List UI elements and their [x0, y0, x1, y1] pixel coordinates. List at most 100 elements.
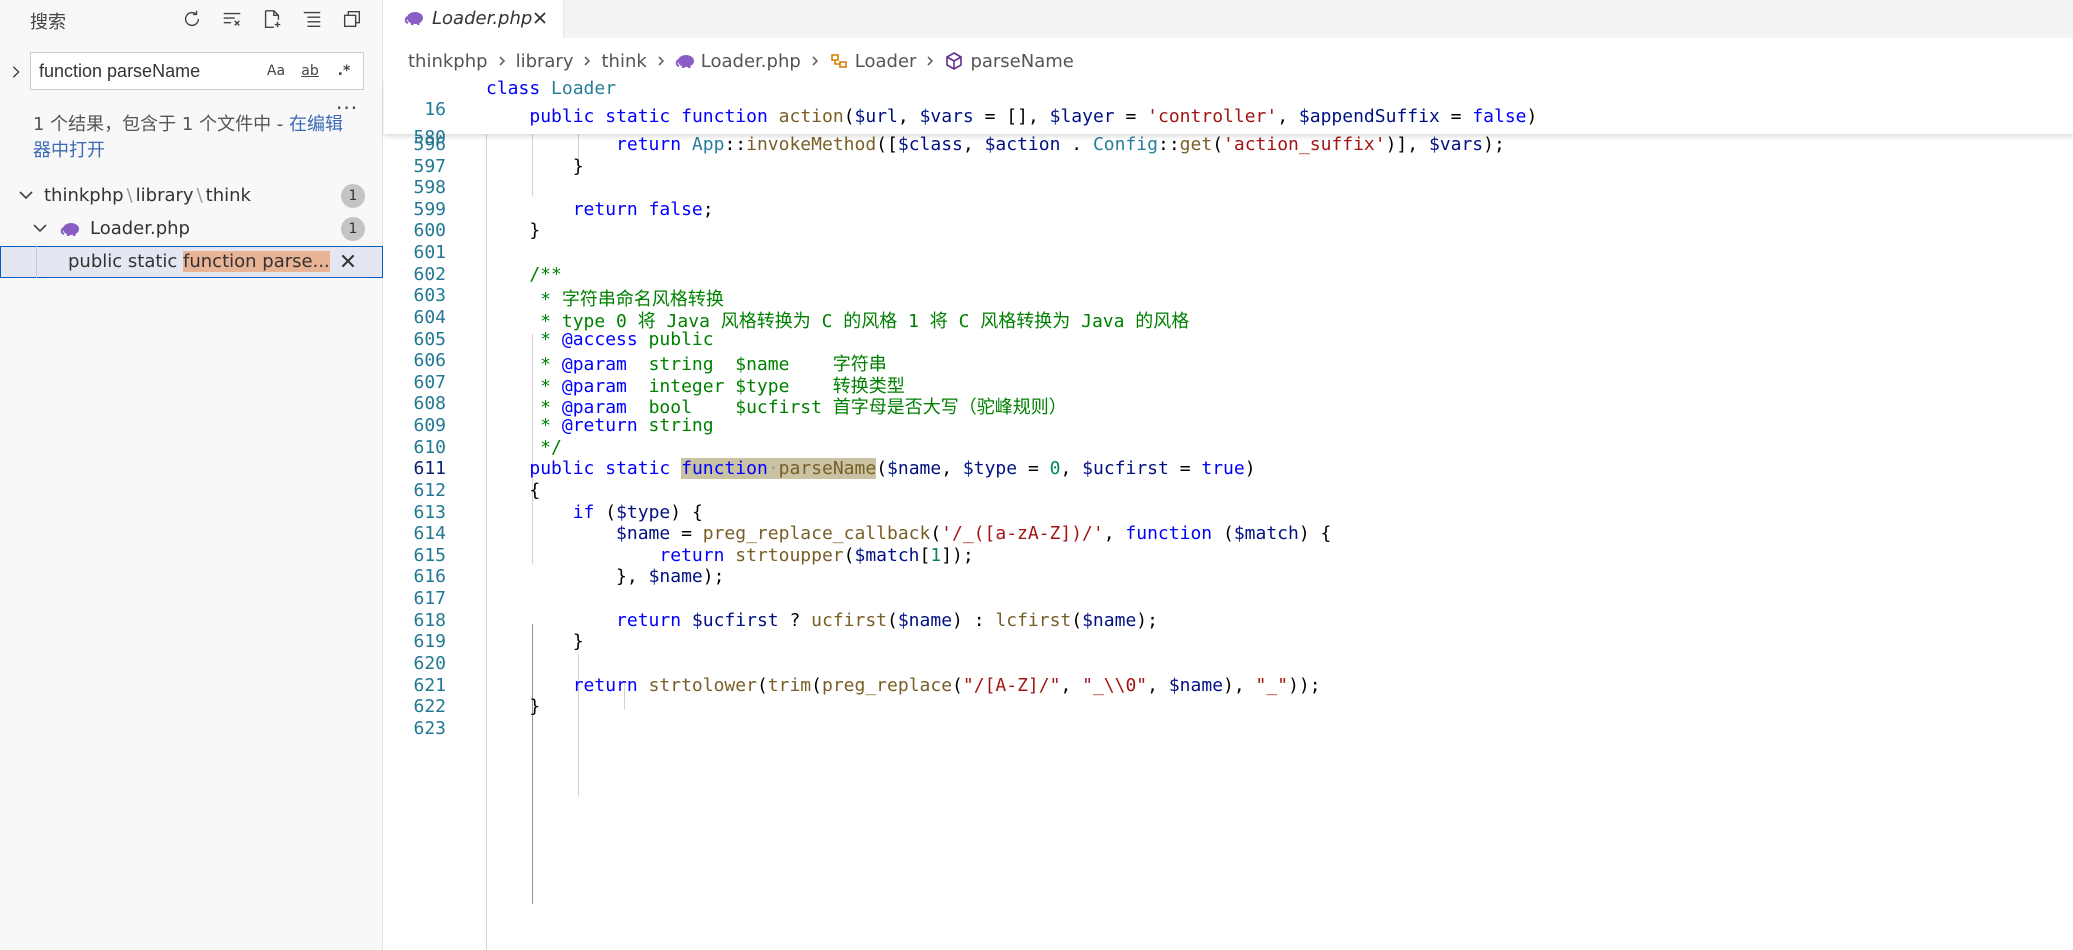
new-search-editor-icon[interactable]: [259, 6, 285, 32]
code-line[interactable]: 612 {: [384, 480, 2073, 502]
code-line[interactable]: 622 }: [384, 696, 2073, 718]
line-number: 614: [413, 523, 446, 545]
dismiss-match-icon[interactable]: [339, 252, 359, 272]
match-case-toggle[interactable]: Aa: [263, 59, 289, 83]
folder-part: library: [135, 185, 194, 206]
line-number: 601: [413, 242, 446, 264]
chevron-right-icon: [809, 55, 821, 67]
line-number: 606: [413, 350, 446, 372]
line-number: 599: [413, 198, 446, 220]
code-line[interactable]: 619 }: [384, 631, 2073, 653]
sticky-code: class Loader: [486, 78, 617, 99]
match-preview: public static function parse...: [68, 251, 330, 272]
breadcrumb-item-method[interactable]: parseName: [944, 50, 1074, 72]
sticky-code: public static function action($url, $var…: [529, 106, 1538, 127]
code-line[interactable]: 604 * type 0 将 Java 风格转换为 C 的风格 1 将 C 风格…: [384, 307, 2073, 332]
breadcrumb-item-file[interactable]: Loader.php: [675, 51, 801, 72]
code-area[interactable]: 596 return App::invokeMethod([$class, $a…: [384, 134, 2073, 950]
code-line[interactable]: 609 * @return string: [384, 415, 2073, 437]
code-text: return false;: [572, 198, 714, 220]
code-line[interactable]: 623: [384, 718, 2073, 740]
toggle-replace-chevron-icon[interactable]: [6, 60, 26, 84]
code-line[interactable]: 615 return strtoupper($match[1]);: [384, 545, 2073, 567]
code-line[interactable]: 599 return false;: [384, 199, 2073, 221]
code-line[interactable]: 607 * @param integer $type 转换类型: [384, 372, 2073, 397]
code-text: }, $name);: [486, 566, 725, 588]
code-line[interactable]: 601: [384, 242, 2073, 264]
tab-loader-php[interactable]: Loader.php: [384, 0, 564, 38]
code-line[interactable]: 606 * @param string $name 字符串: [384, 350, 2073, 375]
code-line[interactable]: 610 */: [384, 437, 2073, 459]
result-folder-row[interactable]: thinkphp \ library \ think 1: [0, 180, 383, 212]
code-line[interactable]: 611 public static function·parseName($na…: [384, 458, 2073, 480]
line-number: 617: [413, 588, 446, 610]
tree-indent-guide: [36, 246, 37, 278]
result-message: 1 个结果，包含于 1 个文件中 - 在编辑器中打开: [33, 112, 353, 164]
code-line[interactable]: 617: [384, 588, 2073, 610]
breadcrumb-item-class[interactable]: Loader: [829, 51, 916, 72]
code-line[interactable]: 613 if ($type) {: [384, 502, 2073, 524]
code-line[interactable]: 616 }, $name);: [384, 566, 2073, 588]
more-options-icon[interactable]: ...: [336, 90, 358, 114]
code-text: {: [486, 479, 541, 501]
tab-label: Loader.php: [432, 8, 533, 29]
code-line[interactable]: 603 * 字符串命名风格转换: [384, 285, 2073, 310]
sidebar-title: 搜索: [30, 12, 66, 33]
sidebar-header: 搜索: [0, 0, 383, 38]
result-summary: 1 个结果，包含于 1 个文件中 -: [33, 114, 290, 135]
file-name: Loader.php: [90, 218, 190, 239]
breadcrumb-item[interactable]: think: [601, 51, 646, 72]
whole-word-toggle[interactable]: ab: [297, 59, 323, 83]
code-text: public static function·parseName($name, …: [529, 458, 1256, 480]
search-input[interactable]: [39, 59, 259, 83]
collapse-all-icon[interactable]: [299, 6, 325, 32]
folder-path: thinkphp \ library \ think: [44, 185, 251, 206]
line-number: 616: [413, 566, 446, 588]
line-number: 621: [413, 674, 446, 696]
view-as-tree-icon[interactable]: [339, 6, 365, 32]
code-text: $name = preg_replace_callback('/_([a-zA-…: [616, 523, 1332, 545]
code-line[interactable]: 618 return $ucfirst ? ucfirst($name) : l…: [384, 610, 2073, 632]
line-number: 615: [413, 544, 446, 566]
search-match-row[interactable]: public static function parse...: [0, 246, 383, 278]
line-number: 605: [413, 328, 446, 350]
code-line[interactable]: 602 /**: [384, 264, 2073, 286]
code-line[interactable]: 620: [384, 653, 2073, 675]
search-sidebar: 搜索 Aa ab: [0, 0, 383, 950]
refresh-icon[interactable]: [179, 6, 205, 32]
sticky-line[interactable]: 16 class Loader: [384, 78, 2073, 120]
code-line[interactable]: 597 }: [384, 156, 2073, 178]
code-line[interactable]: 614 $name = preg_replace_callback('/_([a…: [384, 523, 2073, 545]
code-line[interactable]: 600 }: [384, 220, 2073, 242]
code-text: }: [486, 220, 541, 242]
code-line[interactable]: 605 * @access public: [384, 329, 2073, 351]
folder-part: thinkphp: [44, 185, 124, 206]
sticky-scroll: 16 class Loader 580 public static functi…: [384, 78, 2073, 148]
breadcrumb-method-label: parseName: [970, 50, 1074, 72]
line-number: 623: [413, 717, 446, 739]
code-line[interactable]: 608 * @param bool $ucfirst 首字母是否大写（驼峰规则）: [384, 393, 2073, 418]
breadcrumb-item[interactable]: thinkphp: [408, 51, 488, 72]
editor: Loader.php thinkphp library think Loader…: [384, 0, 2073, 950]
match-before: public static: [68, 251, 184, 272]
code-text: return strtoupper($match[1]);: [659, 544, 974, 566]
code-text: /**: [486, 263, 562, 285]
search-row: Aa ab .*: [0, 52, 383, 92]
code-text: return $ucfirst ? ucfirst($name) : lcfir…: [616, 609, 1158, 631]
line-number: 580: [413, 127, 446, 148]
code-line[interactable]: 598: [384, 177, 2073, 199]
code-line[interactable]: 621 return strtolower(trim(preg_replace(…: [384, 675, 2073, 697]
code-text: }: [486, 631, 584, 653]
line-number: 622: [413, 696, 446, 718]
sticky-line[interactable]: 580 public static function action($url, …: [384, 106, 2073, 148]
regex-toggle[interactable]: .*: [331, 59, 357, 83]
chevron-down-icon: [18, 187, 36, 205]
tab-close-icon[interactable]: [532, 10, 550, 28]
chevron-right-icon: [581, 55, 593, 67]
breadcrumb-item[interactable]: library: [516, 51, 574, 72]
result-file-row[interactable]: Loader.php 1: [0, 213, 383, 245]
search-box: Aa ab .*: [30, 52, 364, 90]
code-text: return strtolower(trim(preg_replace("/[A…: [572, 674, 1321, 696]
clear-results-icon[interactable]: [219, 6, 245, 32]
method-cube-icon: [946, 52, 963, 70]
